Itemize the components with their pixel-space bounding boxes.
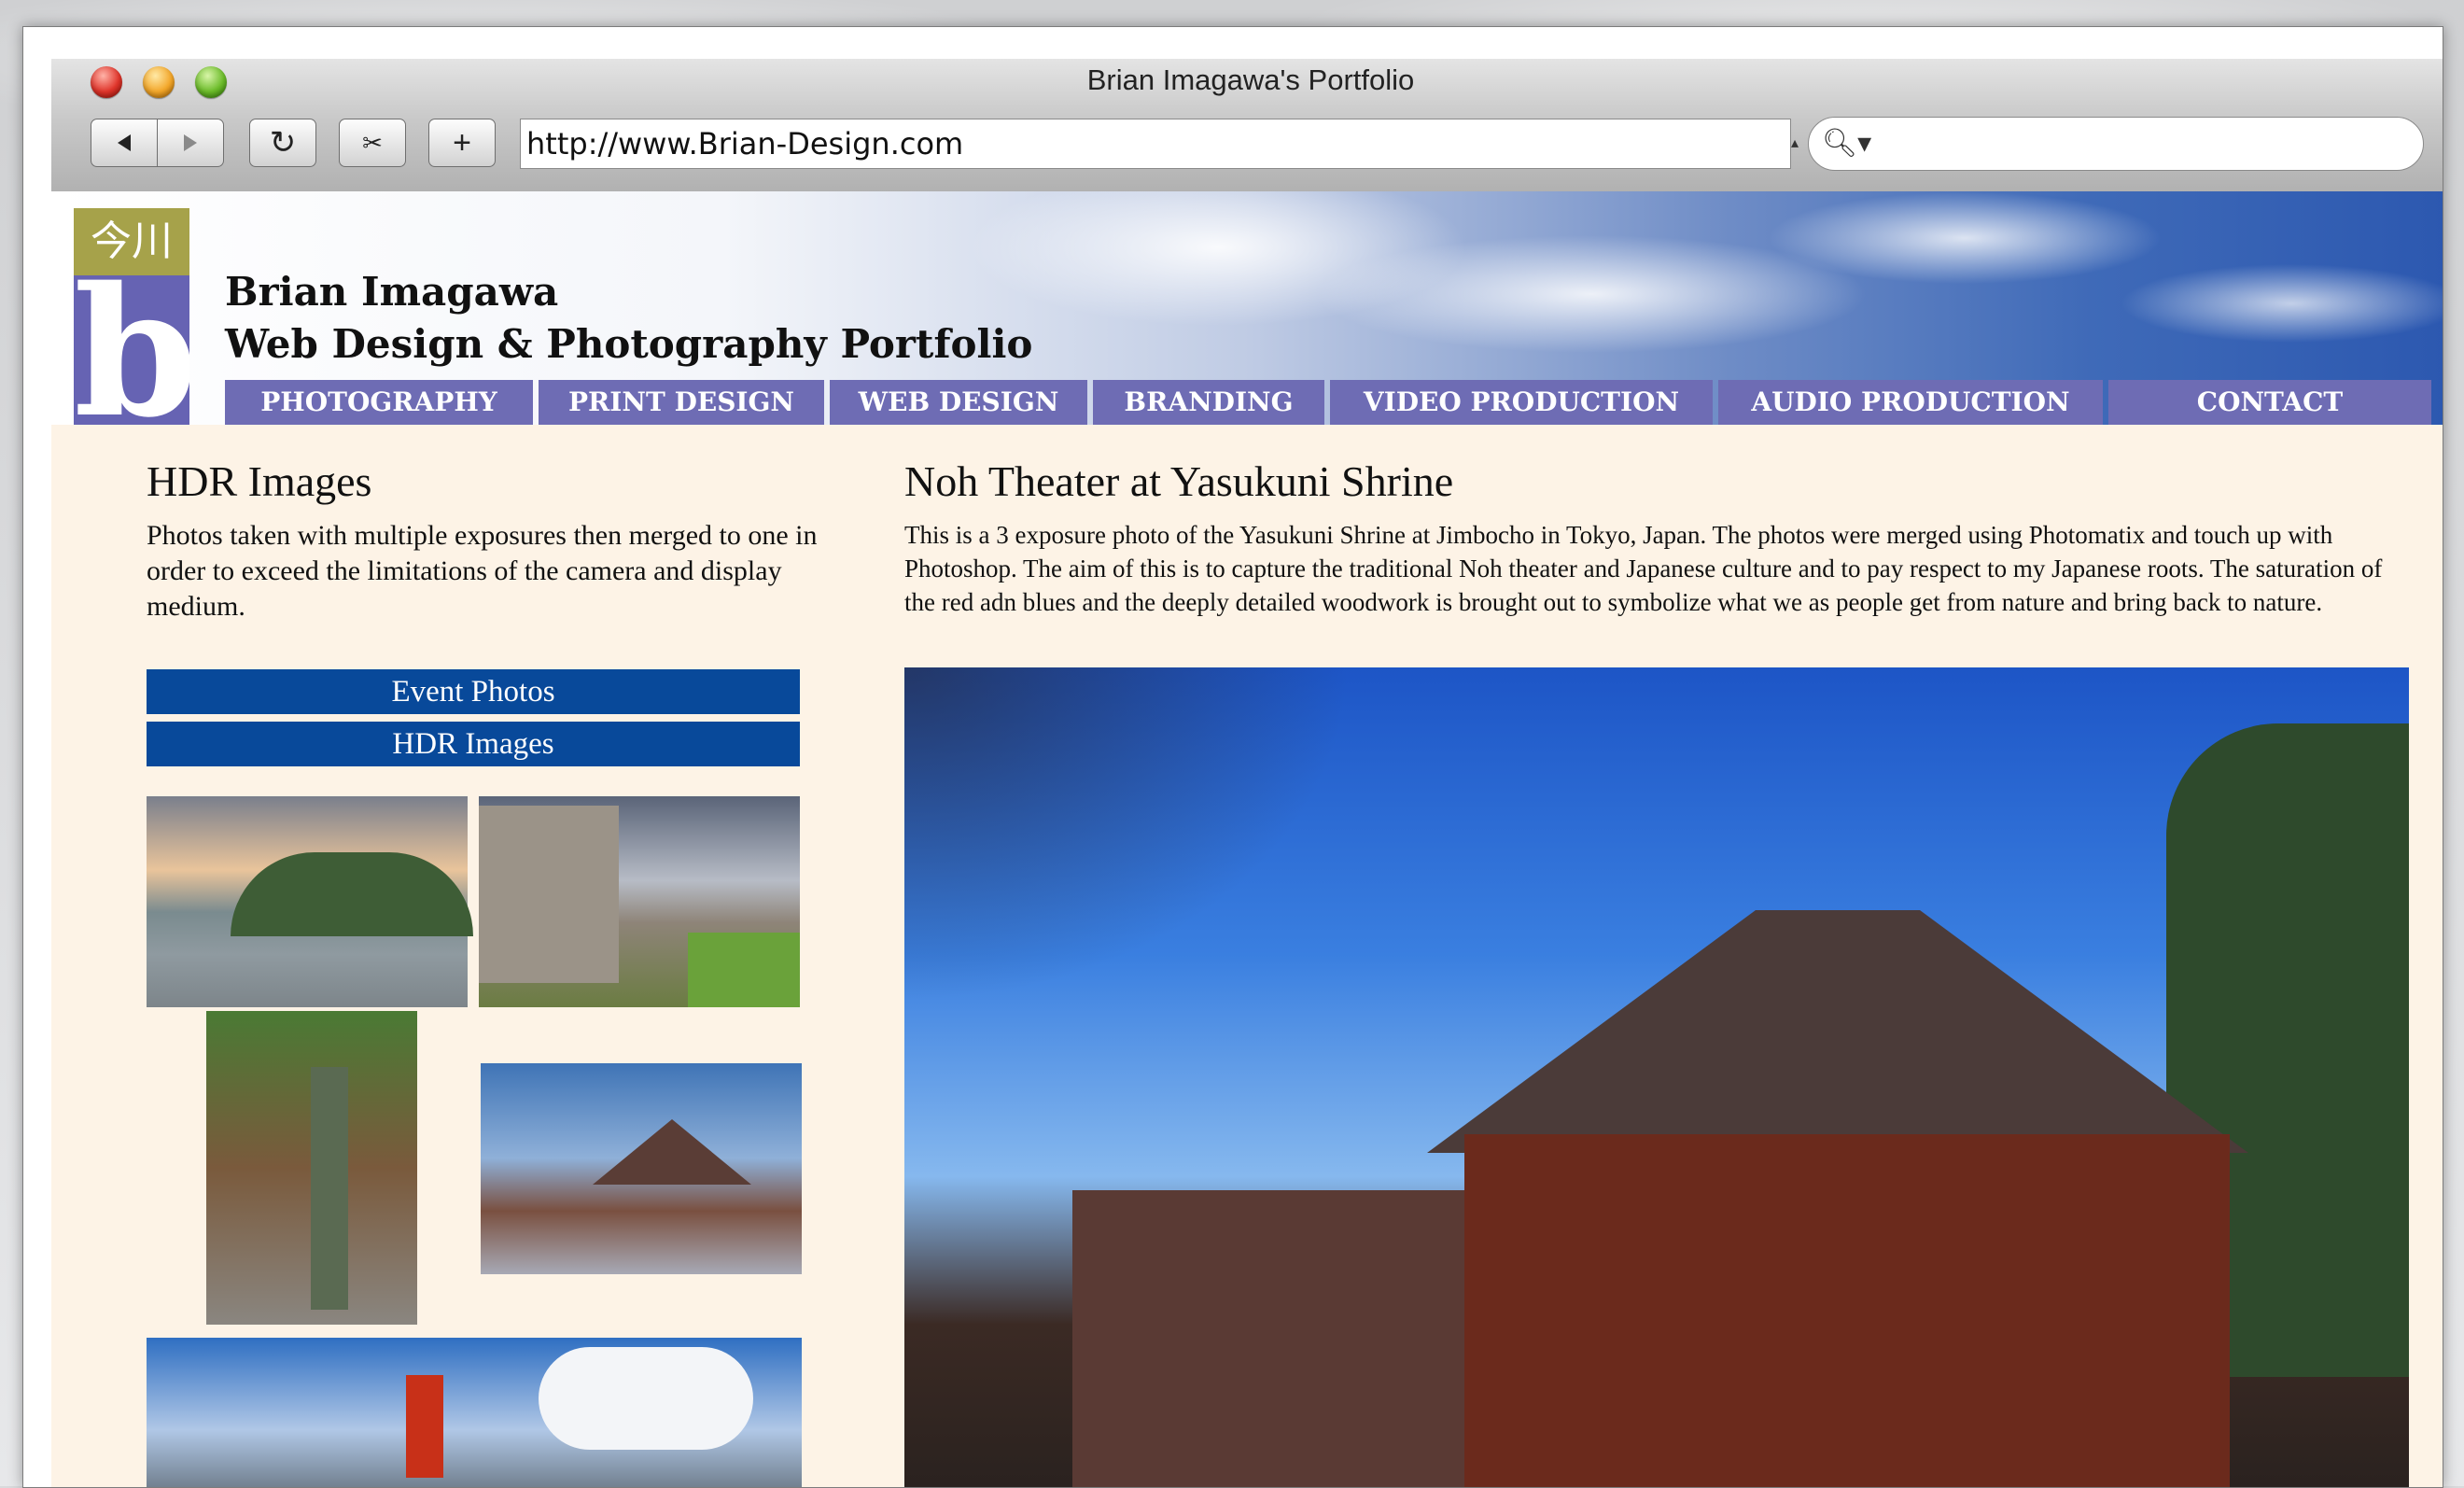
url-dropdown-icon[interactable]: ▴ [1791,133,1799,152]
hdr-images-button[interactable]: HDR Images [147,722,800,766]
sidebar-heading: HDR Images [147,457,372,505]
thumbnail-ship[interactable] [147,1338,802,1487]
search-icon: 🔍︎▾ [1822,128,1872,159]
thumbnail-statue[interactable] [206,1011,417,1325]
snippet-button[interactable]: ✂ [339,119,406,167]
nav-item-audio-production[interactable]: AUDIO PRODUCTION [1718,380,2103,425]
event-photos-button[interactable]: Event Photos [147,669,800,714]
back-button[interactable] [91,119,158,167]
site-title-name: Brian Imagawa [225,269,559,315]
address-bar[interactable]: http://www.Brian-Design.com [520,119,1791,169]
forward-button[interactable] [157,119,224,167]
nav-item-print-design[interactable]: PRINT DESIGN [539,380,824,425]
photo-description: This is a 3 exposure photo of the Yasuku… [904,521,2383,616]
browser-window: Brian Imagawa's Portfolio ↻ ✂ + http://w… [22,26,2443,1488]
photo-title: Noh Theater at Yasukuni Shrine [904,457,1454,505]
reload-icon: ↻ [269,125,297,161]
thumbnail-beach[interactable] [147,796,473,1007]
minimize-button[interactable] [143,66,175,98]
reload-button[interactable]: ↻ [249,119,316,167]
close-button[interactable] [91,66,122,98]
site-title-tagline: Web Design & Photography Portfolio [225,321,1033,367]
nav-item-photography[interactable]: PHOTOGRAPHY [225,380,533,425]
main-photo [904,667,2409,1487]
nav-item-web-design[interactable]: WEB DESIGN [830,380,1087,425]
search-field[interactable]: 🔍︎▾ [1808,117,2424,171]
thumbnail-shrine[interactable] [481,1063,802,1274]
logo-letter: b [74,275,189,425]
logo-kanji: 今川 [74,208,189,275]
thumbnail-fort[interactable] [479,796,800,1007]
web-page: 今川 b Brian Imagawa Web Design & Photogra… [51,191,2443,1487]
add-bookmark-button[interactable]: + [428,119,496,167]
site-title: Brian Imagawa Web Design & Photography P… [225,266,1032,371]
nav-item-branding[interactable]: BRANDING [1093,380,1324,425]
back-arrow-icon [118,134,131,151]
zoom-button[interactable] [195,66,227,98]
main-navigation: PHOTOGRAPHY PRINT DESIGN WEB DESIGN BRAN… [225,380,2431,425]
nav-item-video-production[interactable]: VIDEO PRODUCTION [1330,380,1713,425]
forward-arrow-icon [184,134,197,151]
add-bookmark-icon: + [453,124,471,161]
sidebar-description: Photos taken with multiple exposures the… [147,520,818,622]
nav-item-contact[interactable]: CONTACT [2108,380,2431,425]
window-title: Brian Imagawa's Portfolio [1086,63,1415,96]
snippet-icon: ✂ [362,128,383,157]
browser-toolbar: Brian Imagawa's Portfolio ↻ ✂ + http://w… [51,59,2443,192]
